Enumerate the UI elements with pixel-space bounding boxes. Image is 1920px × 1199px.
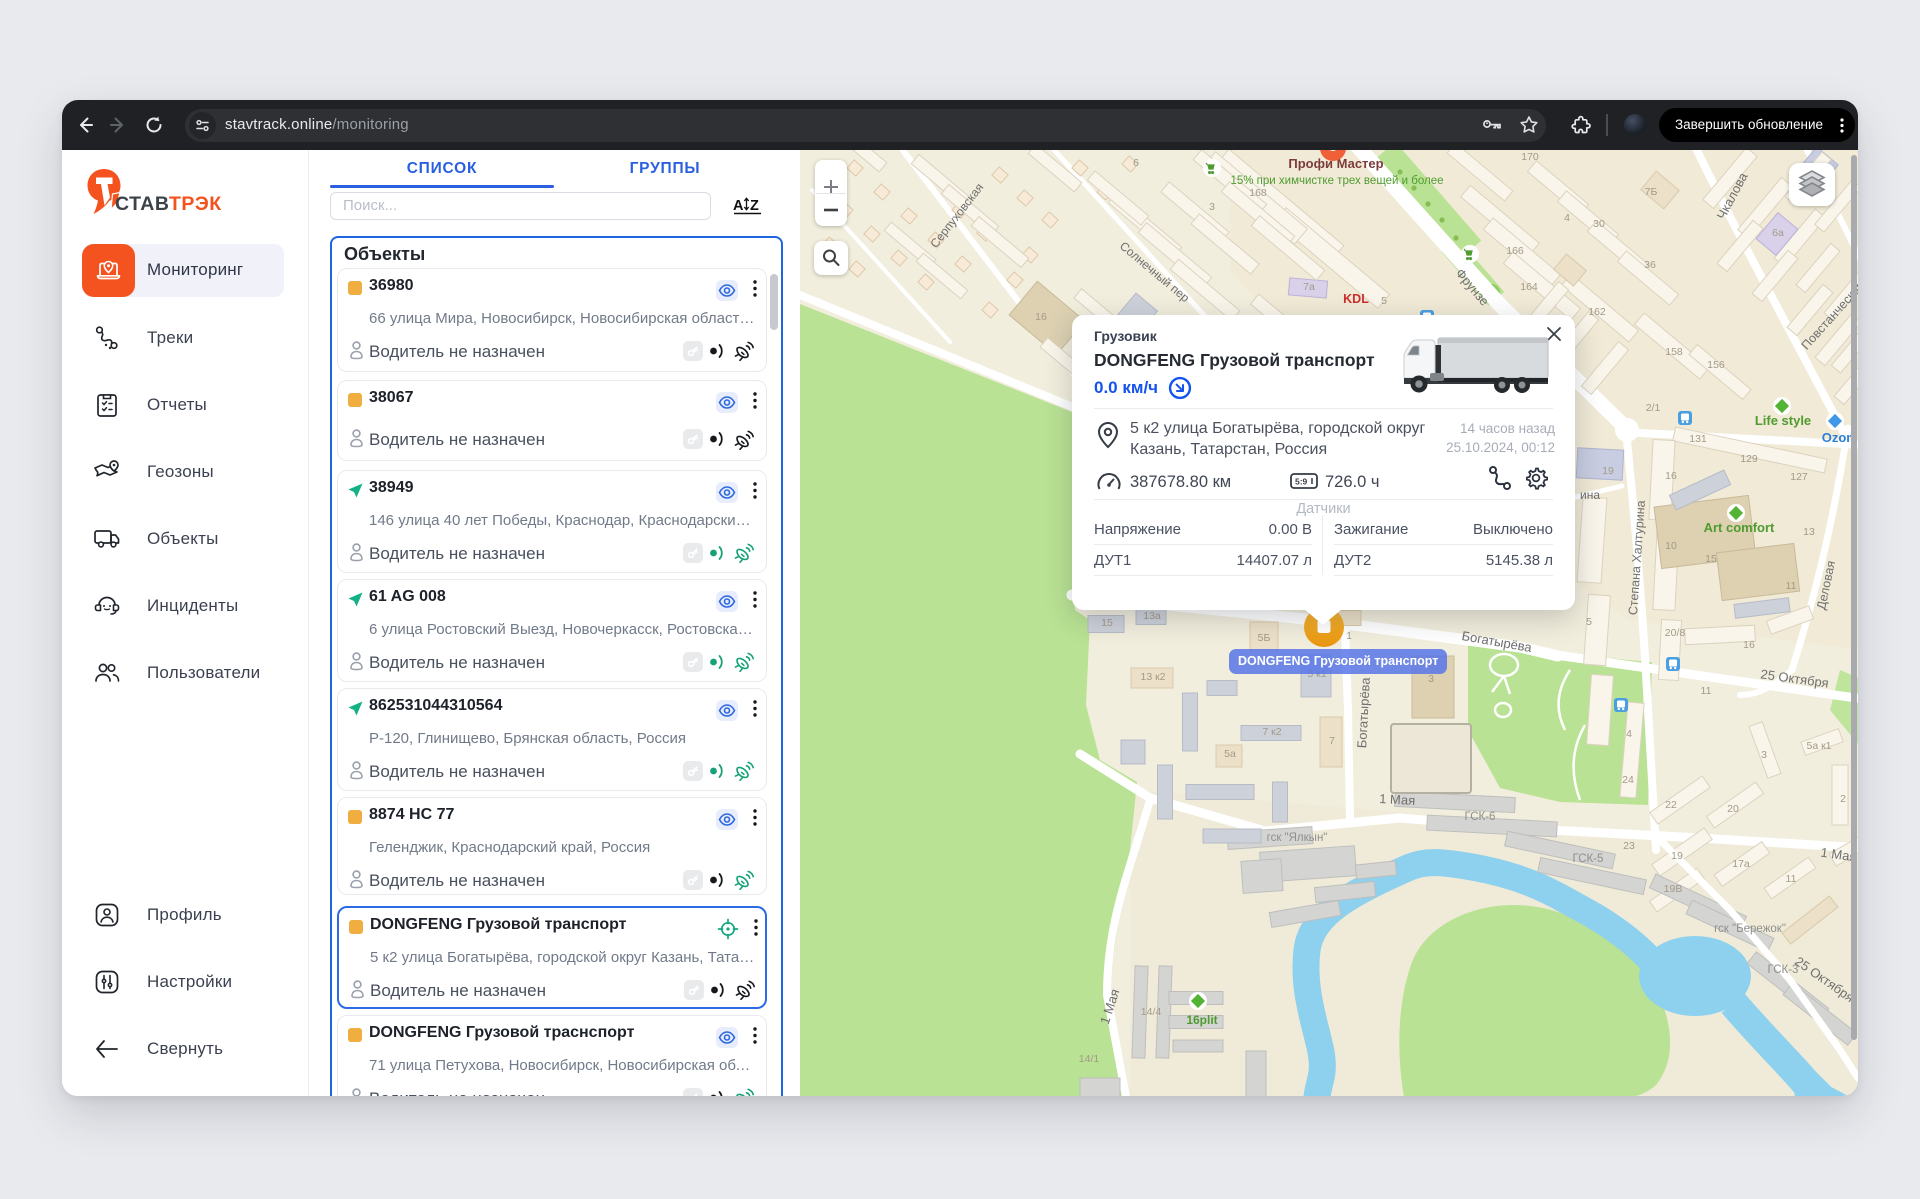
svg-text:131: 131 [1689,433,1707,445]
svg-text:24: 24 [1622,774,1634,786]
svg-text:10: 10 [1665,540,1677,552]
svg-text:2: 2 [1840,793,1846,805]
svg-text:22: 22 [1665,799,1677,811]
svg-text:166: 166 [1506,245,1524,257]
svg-text:15% при химчистке трех вещей и: 15% при химчистке трех вещей и более [1230,175,1443,187]
svg-text:ГСК-5: ГСК-5 [1573,853,1604,865]
svg-text:20/8: 20/8 [1665,627,1686,639]
svg-text:15: 15 [1101,617,1113,629]
svg-text:5: 5 [1586,616,1592,628]
svg-text:168: 168 [1249,187,1267,199]
svg-text:7 к2: 7 к2 [1262,726,1281,738]
svg-text:1: 1 [1346,630,1352,642]
svg-text:3: 3 [1761,749,1767,761]
svg-text:19: 19 [1671,850,1683,862]
svg-text:127: 127 [1790,471,1808,483]
svg-text:15: 15 [1705,553,1717,565]
svg-text:ТРЭК: ТРЭК [169,193,222,215]
svg-text:гск "Ялкын": гск "Ялкын" [1267,832,1328,844]
svg-text:158: 158 [1665,346,1683,358]
svg-text:5Б: 5Б [1258,632,1271,644]
svg-text:7а: 7а [1303,281,1315,293]
svg-text:16plit: 16plit [1186,1013,1217,1027]
svg-text:Z: Z [750,198,759,214]
svg-text:11: 11 [1786,580,1797,592]
svg-text:17а: 17а [1732,858,1750,870]
svg-text:СТАВ: СТАВ [115,193,169,215]
svg-text:ина: ина [1580,488,1600,502]
svg-text:A: A [733,198,744,214]
svg-text:5:9: 5:9 [1295,477,1308,487]
svg-text:Life style: Life style [1755,413,1811,428]
svg-text:170: 170 [1521,151,1539,163]
svg-text:4: 4 [1626,728,1632,740]
svg-text:23: 23 [1623,840,1635,852]
svg-text:7Б: 7Б [1645,186,1658,198]
svg-text:5а: 5а [1224,748,1236,760]
svg-text:16: 16 [1665,470,1677,482]
svg-text:6а: 6а [1772,227,1784,239]
svg-text:36: 36 [1644,259,1656,271]
svg-text:156: 156 [1707,359,1725,371]
svg-text:129: 129 [1740,453,1758,465]
svg-text:1 Мая: 1 Мая [1379,791,1416,808]
svg-text:6: 6 [1133,157,1139,169]
svg-text:11: 11 [1701,685,1712,697]
svg-text:гск "Бережок": гск "Бережок" [1714,923,1786,935]
svg-text:20: 20 [1727,803,1739,815]
svg-text:3: 3 [1428,673,1434,685]
svg-text:3: 3 [1209,201,1215,213]
svg-text:16: 16 [1035,311,1047,323]
svg-text:16: 16 [1743,639,1755,651]
svg-text:19В: 19В [1664,883,1683,895]
svg-text:19: 19 [1602,465,1614,477]
svg-text:ГСК-6: ГСК-6 [1465,811,1496,823]
svg-text:ГСК-3: ГСК-3 [1768,964,1799,976]
svg-text:4: 4 [1564,212,1570,224]
svg-text:13 к2: 13 к2 [1140,671,1165,683]
svg-text:KDL: KDL [1343,292,1369,306]
svg-text:5а к1: 5а к1 [1806,740,1831,752]
svg-text:2/1: 2/1 [1646,402,1661,414]
svg-text:13: 13 [1803,526,1815,538]
svg-text:14/4: 14/4 [1141,1006,1162,1018]
svg-text:164: 164 [1520,281,1538,293]
svg-text:Ozon: Ozon [1822,430,1855,445]
svg-text:30: 30 [1593,218,1605,230]
svg-text:7: 7 [1329,735,1335,747]
svg-text:14/1: 14/1 [1079,1053,1100,1065]
svg-text:Art comfort: Art comfort [1704,520,1775,535]
svg-text:5: 5 [1381,295,1387,307]
svg-text:13а: 13а [1143,610,1161,622]
svg-text:162: 162 [1588,306,1606,318]
svg-text:11: 11 [1786,873,1797,885]
